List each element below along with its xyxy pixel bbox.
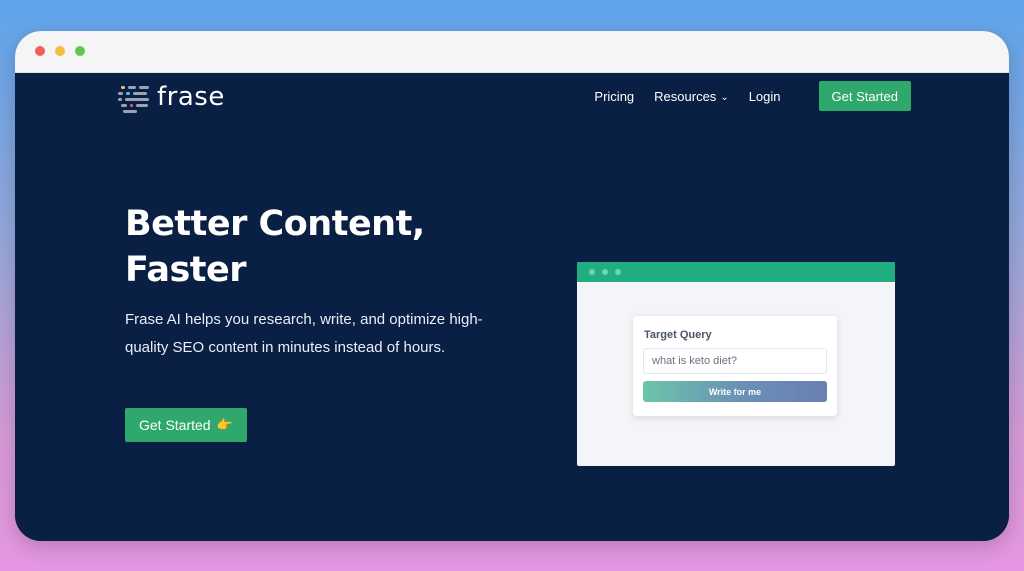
browser-titlebar <box>15 31 1009 73</box>
hero-get-started-button[interactable]: Get Started 👉 <box>125 408 247 442</box>
frase-logo-icon <box>117 81 151 113</box>
chevron-down-icon: ⌄ <box>720 91 729 103</box>
pointing-hand-icon: 👉 <box>216 417 233 432</box>
write-for-me-button[interactable]: Write for me <box>643 381 827 402</box>
target-query-label: Target Query <box>644 329 712 341</box>
browser-window: frase Pricing Resources ⌄ Login Get Start… <box>15 31 1009 541</box>
logo-wordmark: frase <box>157 82 225 112</box>
close-window-button[interactable] <box>35 46 45 56</box>
minimize-window-button[interactable] <box>55 46 65 56</box>
target-query-card: Target Query what is keto diet? Write fo… <box>633 316 837 416</box>
nav-link-resources-label: Resources <box>654 88 717 104</box>
mockup-dot <box>602 269 608 275</box>
mockup-dot <box>589 269 595 275</box>
mockup-dot <box>615 269 621 275</box>
hero-title-line1: Better Content, <box>125 204 425 244</box>
hero-title: Better Content, Faster <box>125 201 485 293</box>
nav-get-started-button[interactable]: Get Started <box>818 81 911 111</box>
mockup-titlebar <box>577 262 895 282</box>
landing-page: frase Pricing Resources ⌄ Login Get Start… <box>15 73 1009 541</box>
nav-link-pricing[interactable]: Pricing <box>594 89 634 104</box>
app-preview-mockup: Target Query what is keto diet? Write fo… <box>577 262 895 466</box>
top-nav: Pricing Resources ⌄ Login Get Started <box>594 81 911 111</box>
hero-subtitle: Frase AI helps you research, write, and … <box>125 311 483 356</box>
site-logo[interactable]: frase <box>117 81 225 113</box>
hero-get-started-label: Get Started <box>139 417 211 433</box>
maximize-window-button[interactable] <box>75 46 85 56</box>
hero-title-line2: Faster <box>125 250 247 290</box>
nav-link-resources[interactable]: Resources ⌄ <box>654 89 729 104</box>
nav-link-login[interactable]: Login <box>749 89 781 104</box>
target-query-input[interactable]: what is keto diet? <box>643 348 827 374</box>
